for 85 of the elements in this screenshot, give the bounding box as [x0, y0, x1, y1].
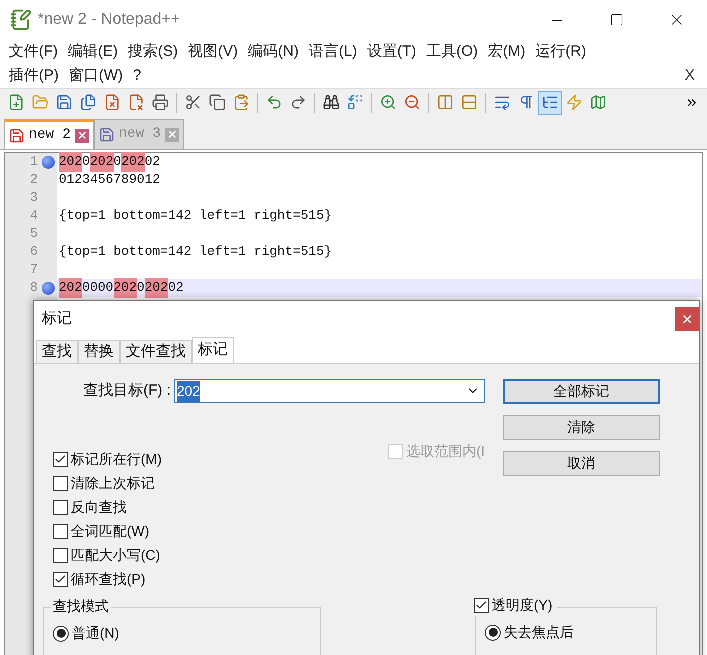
- redo-icon: [290, 94, 306, 111]
- close-icon: [76, 130, 88, 141]
- line-number: 3: [30, 189, 38, 208]
- code-line: {top=1 bottom=142 left=1 right=515}: [58, 243, 334, 261]
- checkbox[interactable]: [474, 598, 489, 613]
- code-line: 2020202020202: [57, 153, 702, 171]
- menu-item[interactable]: 编辑(E): [63, 40, 124, 64]
- option-label: 选取范围内(I: [406, 442, 485, 461]
- radio-button[interactable]: [53, 626, 69, 642]
- code-line: {top=1 bottom=142 left=1 right=515}: [58, 207, 334, 225]
- checkbox[interactable]: [53, 548, 68, 562]
- copy-icon: [208, 94, 226, 111]
- menu-item[interactable]: ?: [128, 64, 146, 88]
- save-icon: [56, 94, 72, 111]
- checkbox[interactable]: [53, 476, 68, 490]
- line-number: 4: [30, 207, 38, 226]
- option-label: 全词匹配(W): [71, 522, 150, 541]
- dialog-tab[interactable]: 查找: [36, 340, 78, 363]
- menu-item[interactable]: 视图(V): [183, 40, 244, 64]
- line-number: 7: [30, 261, 38, 280]
- line-number: 6: [30, 243, 38, 262]
- option-label: 标记所在行(M): [71, 450, 162, 469]
- checkbox[interactable]: [53, 524, 68, 538]
- tab-label: new 2: [29, 126, 72, 145]
- tab-close-icon[interactable]: [75, 128, 90, 142]
- line-number: 2: [30, 171, 38, 190]
- undo-icon: [266, 94, 282, 111]
- option-label: 清除上次标记: [71, 474, 155, 492]
- tab-label: new 3: [119, 125, 162, 144]
- notepad-icon: [10, 9, 32, 31]
- lightning-icon: [566, 94, 582, 111]
- menu-item[interactable]: 工具(O): [421, 40, 484, 64]
- line-number: 8: [30, 279, 38, 298]
- radio-button[interactable]: [485, 624, 501, 640]
- new-file-icon: [8, 94, 24, 111]
- close-all-icon: [128, 94, 144, 111]
- menu-item[interactable]: 搜索(S): [123, 40, 184, 64]
- checkbox[interactable]: [53, 572, 68, 586]
- find-label: 查找目标(F) :: [82, 380, 172, 401]
- option-label: 循环查找(P): [71, 570, 146, 589]
- find-icon: [322, 94, 340, 111]
- line-number: 5: [30, 225, 38, 244]
- option-label: 透明度(Y): [492, 596, 553, 615]
- window-title: *new 2 - Notepad++: [38, 10, 180, 30]
- code-line: 0123456789012: [58, 171, 162, 189]
- zoom-in-icon: [380, 94, 396, 111]
- menu-item[interactable]: 窗口(W): [64, 64, 128, 88]
- dialog-tab[interactable]: 标记: [192, 337, 234, 363]
- menu-item[interactable]: 编码(N): [243, 40, 304, 64]
- menu-item[interactable]: 宏(M): [483, 40, 531, 64]
- option-label: 普通(N): [72, 624, 120, 643]
- cut-icon: [184, 94, 202, 111]
- close-icon: [680, 312, 694, 326]
- option-label: 匹配大小写(C): [71, 546, 160, 565]
- document-tab[interactable]: new 2: [4, 119, 94, 149]
- maximize-icon: [610, 13, 624, 27]
- toolbar-button[interactable]: [538, 90, 562, 114]
- zoom-out-icon: [404, 94, 420, 111]
- replace-icon: [346, 94, 364, 111]
- word-wrap-icon: [494, 94, 510, 111]
- map-icon: [590, 94, 606, 111]
- folder-icon: [32, 94, 48, 111]
- menu-item[interactable]: 语言(L): [304, 40, 362, 64]
- checkbox[interactable]: [53, 500, 68, 514]
- menu-item[interactable]: 文件(F): [4, 40, 64, 64]
- dialog-button[interactable]: 清除: [503, 415, 660, 440]
- option-label: 失去焦点后: [504, 623, 574, 642]
- close-document-button[interactable]: X: [684, 64, 695, 88]
- menu-item[interactable]: 设置(T): [362, 40, 422, 64]
- find-input[interactable]: 202: [174, 379, 485, 403]
- checkbox[interactable]: [53, 452, 68, 466]
- print-icon: [152, 94, 168, 111]
- close-file-icon: [104, 94, 120, 111]
- dialog-tab[interactable]: 替换: [78, 340, 120, 363]
- close-icon: [166, 129, 178, 140]
- line-number: 1: [30, 153, 38, 172]
- menu-item[interactable]: 插件(P): [4, 64, 64, 88]
- dialog-button[interactable]: 全部标记: [503, 379, 660, 404]
- dialog-title: 标记: [42, 308, 72, 329]
- option-label: 反向查找: [71, 498, 127, 516]
- menu-item[interactable]: 运行(R): [530, 40, 592, 64]
- dialog-tab[interactable]: 文件查找: [120, 340, 192, 363]
- paste-icon: [232, 94, 250, 111]
- dialog-button[interactable]: 取消: [503, 451, 660, 476]
- close-button[interactable]: [675, 307, 699, 331]
